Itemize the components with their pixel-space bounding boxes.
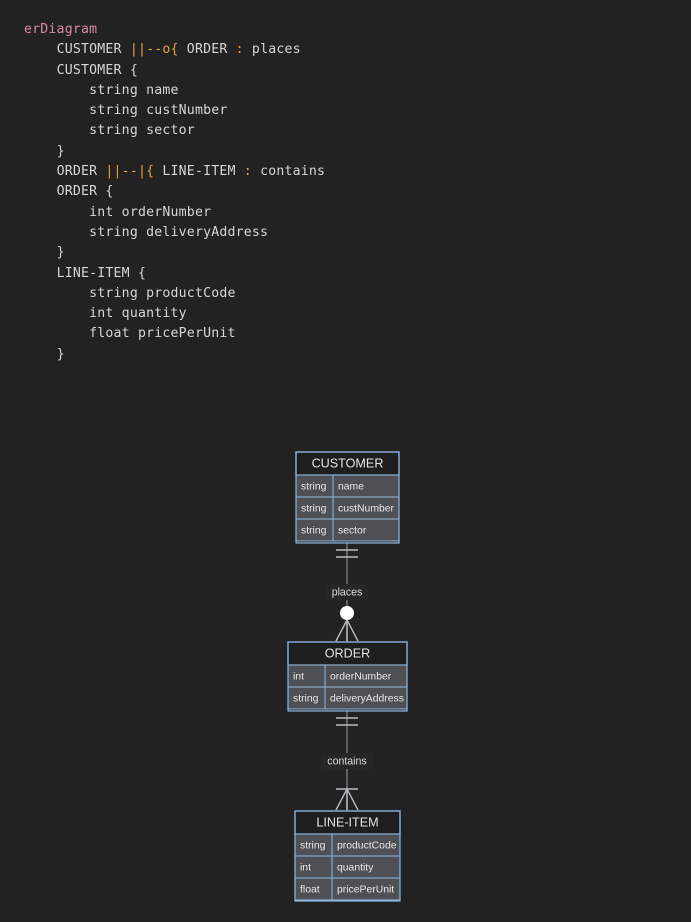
- code-token-plain: CUSTOMER: [56, 42, 130, 58]
- code-token-plain: }: [56, 143, 65, 159]
- code-token-op: ||--|{: [105, 164, 155, 180]
- attribute-type: string: [301, 503, 327, 514]
- attribute-type: string: [293, 693, 319, 704]
- code-token-plain: places: [243, 42, 301, 58]
- attribute-name: sector: [338, 525, 367, 536]
- code-token-plain: ORDER: [178, 42, 236, 58]
- code-token-plain: ORDER {: [56, 184, 114, 200]
- attribute-name: pricePerUnit: [337, 884, 394, 895]
- code-token-plain: string sector: [89, 123, 195, 139]
- relationship-contains: contains: [320, 711, 374, 811]
- relationship-places: places: [326, 543, 368, 642]
- code-line: string name: [24, 81, 691, 101]
- attribute-name: custNumber: [338, 503, 395, 514]
- code-line: CUSTOMER {: [24, 61, 691, 81]
- attribute-name: quantity: [337, 862, 374, 873]
- code-token-plain: string productCode: [89, 285, 236, 301]
- attribute-type: string: [300, 840, 326, 851]
- code-token-colon: :: [243, 164, 252, 180]
- code-line: CUSTOMER ||--o{ ORDER : places: [24, 40, 691, 60]
- code-line: int quantity: [24, 304, 691, 324]
- attribute-type: string: [301, 481, 327, 492]
- entities-layer: CUSTOMER string name string custNumber string…: [287, 451, 408, 902]
- attribute-name: productCode: [337, 840, 397, 851]
- attribute-name: orderNumber: [330, 671, 392, 682]
- attribute-type: string: [301, 525, 327, 536]
- code-token-plain: string deliveryAddress: [89, 224, 269, 240]
- code-line: string productCode: [24, 284, 691, 304]
- code-line: int orderNumber: [24, 203, 691, 223]
- code-line: string sector: [24, 121, 691, 141]
- code-line: LINE-ITEM {: [24, 264, 691, 284]
- code-token-plain: }: [56, 346, 65, 362]
- code-line: }: [24, 142, 691, 162]
- code-line: erDiagram: [24, 20, 691, 40]
- code-token-plain: }: [56, 245, 65, 261]
- attribute-type: int: [293, 671, 304, 682]
- entity-name: CUSTOMER: [312, 456, 384, 470]
- mermaid-source-code[interactable]: erDiagram CUSTOMER ||--o{ ORDER : places…: [0, 0, 691, 365]
- relationship-label: contains: [327, 755, 366, 767]
- entity-name: LINE-ITEM: [316, 815, 378, 829]
- attribute-type: float: [300, 884, 320, 895]
- crows-foot-right: [346, 788, 359, 811]
- entity-name: ORDER: [325, 646, 370, 660]
- relationship-label: places: [332, 586, 363, 598]
- code-token-plain: float pricePerUnit: [89, 326, 236, 342]
- entity-order[interactable]: ORDER int orderNumber string deliveryAddress: [287, 641, 408, 712]
- code-token-plain: CUSTOMER {: [56, 62, 138, 78]
- code-token-plain: LINE-ITEM: [154, 164, 244, 180]
- attribute-name: name: [338, 481, 364, 492]
- code-line: string custNumber: [24, 101, 691, 121]
- crows-foot-left: [335, 619, 348, 642]
- code-token-plain: string name: [89, 82, 179, 98]
- code-token-plain: contains: [251, 164, 326, 180]
- code-line: float pricePerUnit: [24, 324, 691, 344]
- crows-foot-right: [346, 619, 359, 642]
- code-token-plain: int quantity: [89, 306, 187, 322]
- entity-line-item[interactable]: LINE-ITEM string productCode int quantity flo…: [294, 810, 401, 902]
- code-line: }: [24, 243, 691, 263]
- zero-circle-marker: [340, 606, 354, 620]
- code-token-colon: :: [235, 42, 244, 58]
- code-line: ORDER ||--|{ LINE-ITEM : contains: [24, 162, 691, 182]
- code-line: string deliveryAddress: [24, 223, 691, 243]
- attribute-name: deliveryAddress: [330, 693, 404, 704]
- code-token-plain: ORDER: [56, 164, 106, 180]
- crows-foot-left: [335, 788, 348, 811]
- attribute-type: int: [300, 862, 311, 873]
- code-token-op: ||--o{: [129, 42, 179, 58]
- code-token-plain: int orderNumber: [89, 204, 212, 220]
- code-line: }: [24, 345, 691, 365]
- entity-customer[interactable]: CUSTOMER string name string custNumber string…: [295, 451, 400, 544]
- code-token-plain: LINE-ITEM {: [56, 265, 147, 281]
- code-token-plain: string custNumber: [89, 103, 228, 119]
- code-line: ORDER {: [24, 182, 691, 202]
- code-token-kw: erDiagram: [24, 22, 98, 37]
